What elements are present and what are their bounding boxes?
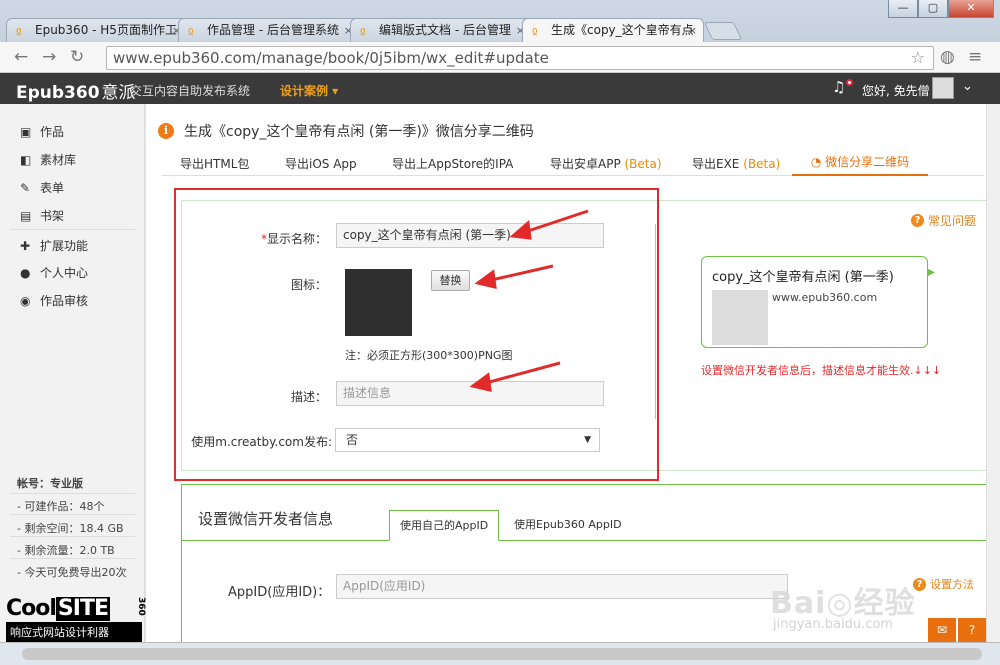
vertical-scrollbar[interactable] (986, 104, 1000, 642)
tab-label: 生成《copy_这个皇帝有点 (551, 23, 694, 37)
close-icon[interactable]: × (688, 19, 697, 42)
browser-tab-active[interactable]: ჲ 生成《copy_这个皇帝有点 × (522, 18, 704, 42)
arrow-name (521, 209, 589, 235)
baidu-watermark: Bai◎经验 (770, 586, 916, 621)
arrow-replace (486, 264, 554, 283)
baidu-watermark-url: jingyan.baidu.com (773, 617, 893, 632)
horizontal-scrollbar[interactable] (0, 642, 1000, 665)
feedback-icon[interactable]: ✉ (928, 618, 956, 642)
help-icon[interactable]: ? (958, 618, 986, 642)
arrowhead (509, 220, 532, 240)
tab-own-appid[interactable]: 使用自己的AppID (389, 510, 500, 541)
arrow-desc (481, 361, 561, 386)
epub-favicon-icon: ჲ (532, 24, 538, 37)
floating-buttons: ✉ ? (928, 618, 988, 642)
annotation-arrows (469, 209, 589, 392)
scrollbar-thumb[interactable] (22, 648, 982, 660)
arrowhead (469, 372, 492, 392)
arrowhead (474, 269, 497, 289)
